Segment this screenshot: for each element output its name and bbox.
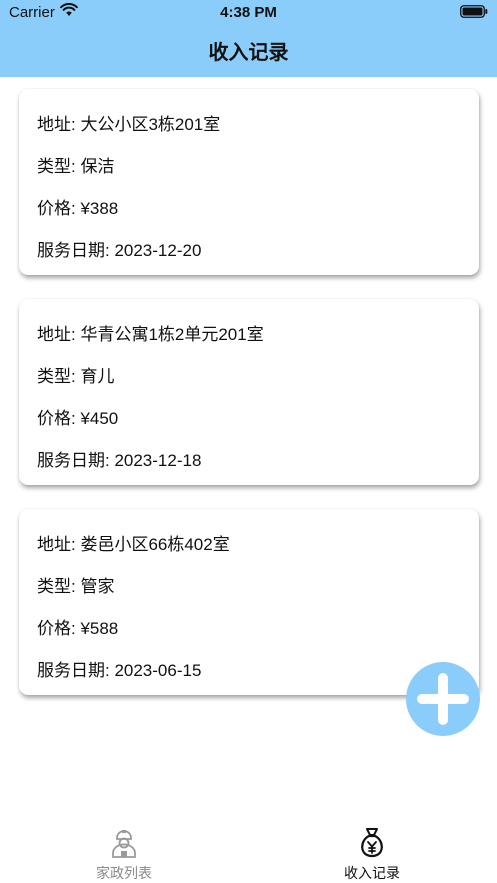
- tab-label: 收入记录: [344, 865, 400, 881]
- header: Carrier 4:38 PM 收入记录: [0, 0, 497, 77]
- add-record-button[interactable]: [406, 662, 480, 736]
- page-title: 收入记录: [208, 42, 289, 64]
- record-address: 地址: 娄邑小区66栋402室: [37, 535, 230, 554]
- record-price: 价格: ¥588: [37, 619, 119, 638]
- money-bag-icon: [361, 828, 383, 858]
- battery-icon: [460, 5, 488, 18]
- record-price: 价格: ¥388: [37, 199, 119, 218]
- status-time: 4:38 PM: [220, 4, 277, 21]
- tab-label: 家政列表: [96, 865, 152, 881]
- status-bar: Carrier 4:38 PM: [0, 0, 497, 26]
- record-date: 服务日期: 2023-12-20: [37, 241, 202, 260]
- record-type: 类型: 育儿: [37, 367, 115, 386]
- record-address: 地址: 华青公寓1栋2单元201室: [37, 325, 264, 344]
- record-date: 服务日期: 2023-06-15: [37, 661, 202, 680]
- record-type: 类型: 保洁: [37, 157, 115, 176]
- worker-icon: [112, 830, 136, 858]
- record-type: 类型: 管家: [37, 577, 115, 596]
- record-date: 服务日期: 2023-12-18: [37, 451, 202, 470]
- record-price: 价格: ¥450: [37, 409, 119, 428]
- tab-income-records[interactable]: 收入记录: [292, 826, 452, 883]
- tab-service-list[interactable]: 家政列表: [44, 826, 204, 883]
- record-card[interactable]: 地址: 大公小区3栋201室 类型: 保洁 价格: ¥388 服务日期: 202…: [19, 89, 479, 275]
- record-card[interactable]: 地址: 娄邑小区66栋402室 类型: 管家 价格: ¥588 服务日期: 20…: [19, 509, 479, 695]
- record-card[interactable]: 地址: 华青公寓1栋2单元201室 类型: 育儿 价格: ¥450 服务日期: …: [19, 299, 479, 485]
- plus-icon-vertical: [438, 673, 448, 725]
- record-address: 地址: 大公小区3栋201室: [37, 115, 221, 134]
